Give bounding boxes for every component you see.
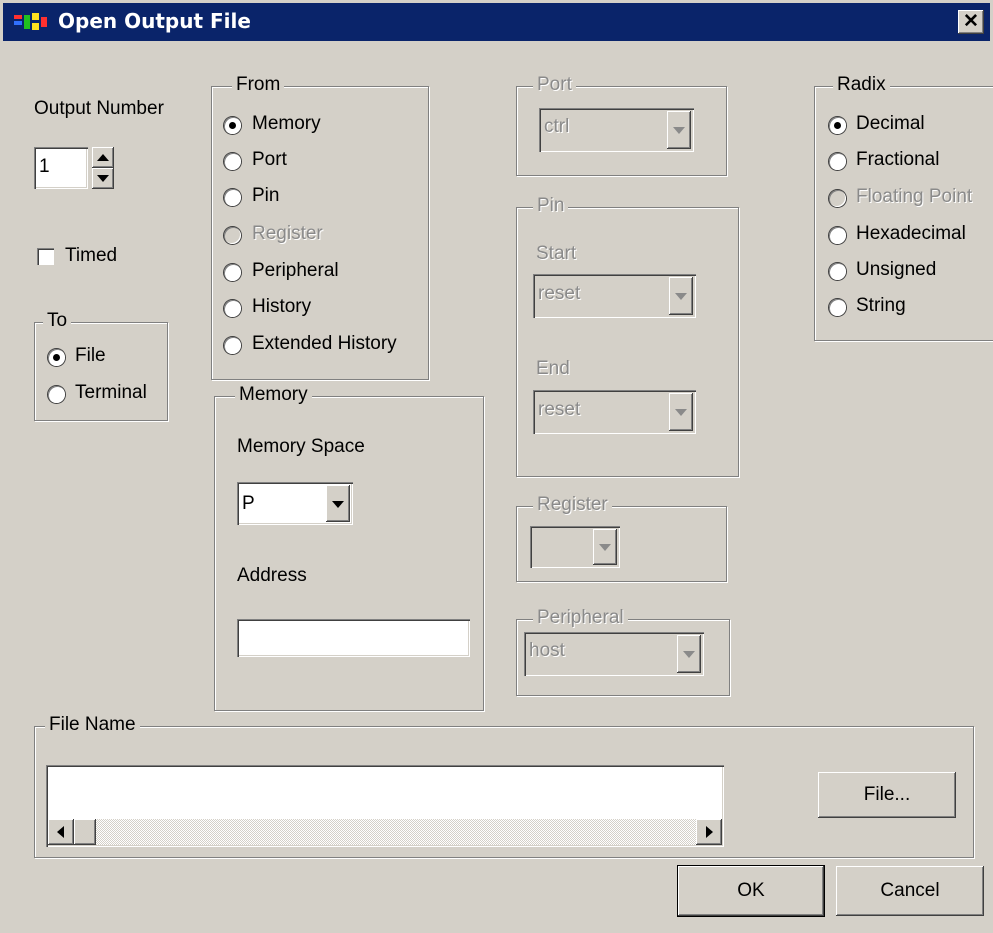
memory-legend: Memory <box>235 384 312 406</box>
from-port-label: Port <box>252 149 287 170</box>
output-number-input[interactable]: 1 <box>34 147 88 189</box>
port-value: ctrl <box>544 116 570 137</box>
radix-string-label: String <box>856 295 906 316</box>
from-legend: From <box>232 74 285 96</box>
output-number-label: Output Number <box>34 98 164 119</box>
pin-end-select: reset <box>533 390 696 434</box>
from-register-label: Register <box>252 223 323 244</box>
radix-floating-point-label: Floating Point <box>856 186 973 207</box>
from-history-radio[interactable] <box>224 300 241 317</box>
radix-fractional-radio[interactable] <box>829 153 846 170</box>
arrow-down-icon <box>97 175 109 182</box>
radix-decimal-radio[interactable] <box>829 117 846 134</box>
peripheral-legend: Peripheral <box>533 607 628 629</box>
arrow-right-icon <box>706 826 713 838</box>
timed-checkbox[interactable] <box>37 248 54 265</box>
memory-space-select[interactable]: P <box>237 482 353 525</box>
memory-space-value: P <box>242 493 255 514</box>
peripheral-select: host <box>524 632 704 676</box>
from-extended-history-radio[interactable] <box>224 337 241 354</box>
file-name-horizontal-scrollbar[interactable] <box>48 819 722 845</box>
output-number-value: 1 <box>39 156 50 177</box>
pin-start-value: reset <box>538 283 581 304</box>
close-icon: ✕ <box>963 11 979 32</box>
pin-start-dropdown-button <box>669 277 693 315</box>
radix-decimal-label: Decimal <box>856 113 925 134</box>
chevron-down-icon <box>675 409 687 416</box>
scroll-thumb[interactable] <box>74 819 96 845</box>
chevron-down-icon <box>599 544 611 551</box>
radix-legend: Radix <box>833 74 890 96</box>
pin-start-label: Start <box>536 243 577 264</box>
register-select <box>530 526 620 568</box>
close-button[interactable]: ✕ <box>958 10 984 34</box>
to-file-radio[interactable] <box>48 349 65 366</box>
to-terminal-radio[interactable] <box>48 386 65 403</box>
port-select: ctrl <box>539 108 694 152</box>
chevron-down-icon <box>673 127 685 134</box>
radix-floating-point-radio <box>829 190 846 207</box>
file-browse-button[interactable]: File... <box>818 772 956 818</box>
cancel-button[interactable]: Cancel <box>836 866 984 916</box>
arrow-left-icon <box>57 826 64 838</box>
file-browse-label: File... <box>863 784 911 805</box>
from-register-radio <box>224 227 241 244</box>
from-extended-history-label: Extended History <box>252 333 397 354</box>
arrow-up-icon <box>97 154 109 161</box>
radix-hexadecimal-radio[interactable] <box>829 227 846 244</box>
pin-legend: Pin <box>533 195 569 217</box>
to-legend: To <box>43 310 72 332</box>
peripheral-value: host <box>529 640 565 661</box>
scroll-right-button[interactable] <box>696 819 722 845</box>
radix-unsigned-radio[interactable] <box>829 263 846 280</box>
chevron-down-icon <box>683 651 695 658</box>
from-memory-radio[interactable] <box>224 117 241 134</box>
radix-string-radio[interactable] <box>829 299 846 316</box>
spin-up-button[interactable] <box>92 147 114 168</box>
peripheral-dropdown-button <box>677 635 701 673</box>
to-group: To <box>34 310 168 421</box>
memory-space-dropdown-button[interactable] <box>326 485 350 522</box>
address-input[interactable] <box>237 619 470 657</box>
pin-end-value: reset <box>538 399 581 420</box>
radix-fractional-label: Fractional <box>856 149 940 170</box>
app-icon <box>14 13 47 30</box>
to-terminal-label: Terminal <box>75 382 147 403</box>
radix-unsigned-label: Unsigned <box>856 259 937 280</box>
scroll-left-button[interactable] <box>48 819 74 845</box>
pin-end-label: End <box>536 358 570 379</box>
title-bar[interactable]: Open Output File ✕ <box>3 3 990 41</box>
port-dropdown-button <box>667 111 691 149</box>
window-title: Open Output File <box>58 9 251 33</box>
address-label: Address <box>237 565 307 586</box>
pin-end-dropdown-button <box>669 393 693 431</box>
timed-label: Timed <box>65 245 118 266</box>
register-dropdown-button <box>593 529 617 565</box>
pin-start-select: reset <box>533 274 696 318</box>
from-pin-radio[interactable] <box>224 189 241 206</box>
to-file-label: File <box>75 345 106 366</box>
port-legend: Port <box>533 74 576 96</box>
from-peripheral-label: Peripheral <box>252 260 339 281</box>
ok-label: OK <box>737 880 765 901</box>
chevron-down-icon <box>675 293 687 300</box>
file-name-legend: File Name <box>45 714 140 736</box>
from-memory-label: Memory <box>252 113 321 134</box>
spin-down-button[interactable] <box>92 168 114 189</box>
cancel-label: Cancel <box>880 880 940 901</box>
ok-button[interactable]: OK <box>678 866 824 916</box>
from-peripheral-radio[interactable] <box>224 264 241 281</box>
memory-space-label: Memory Space <box>237 436 365 457</box>
open-output-file-dialog: Open Output File ✕ Output Number 1 Timed… <box>0 0 993 933</box>
register-legend: Register <box>533 494 612 516</box>
from-history-label: History <box>252 296 312 317</box>
from-pin-label: Pin <box>252 185 280 206</box>
from-port-radio[interactable] <box>224 153 241 170</box>
chevron-down-icon <box>332 500 344 508</box>
radix-hexadecimal-label: Hexadecimal <box>856 223 966 244</box>
